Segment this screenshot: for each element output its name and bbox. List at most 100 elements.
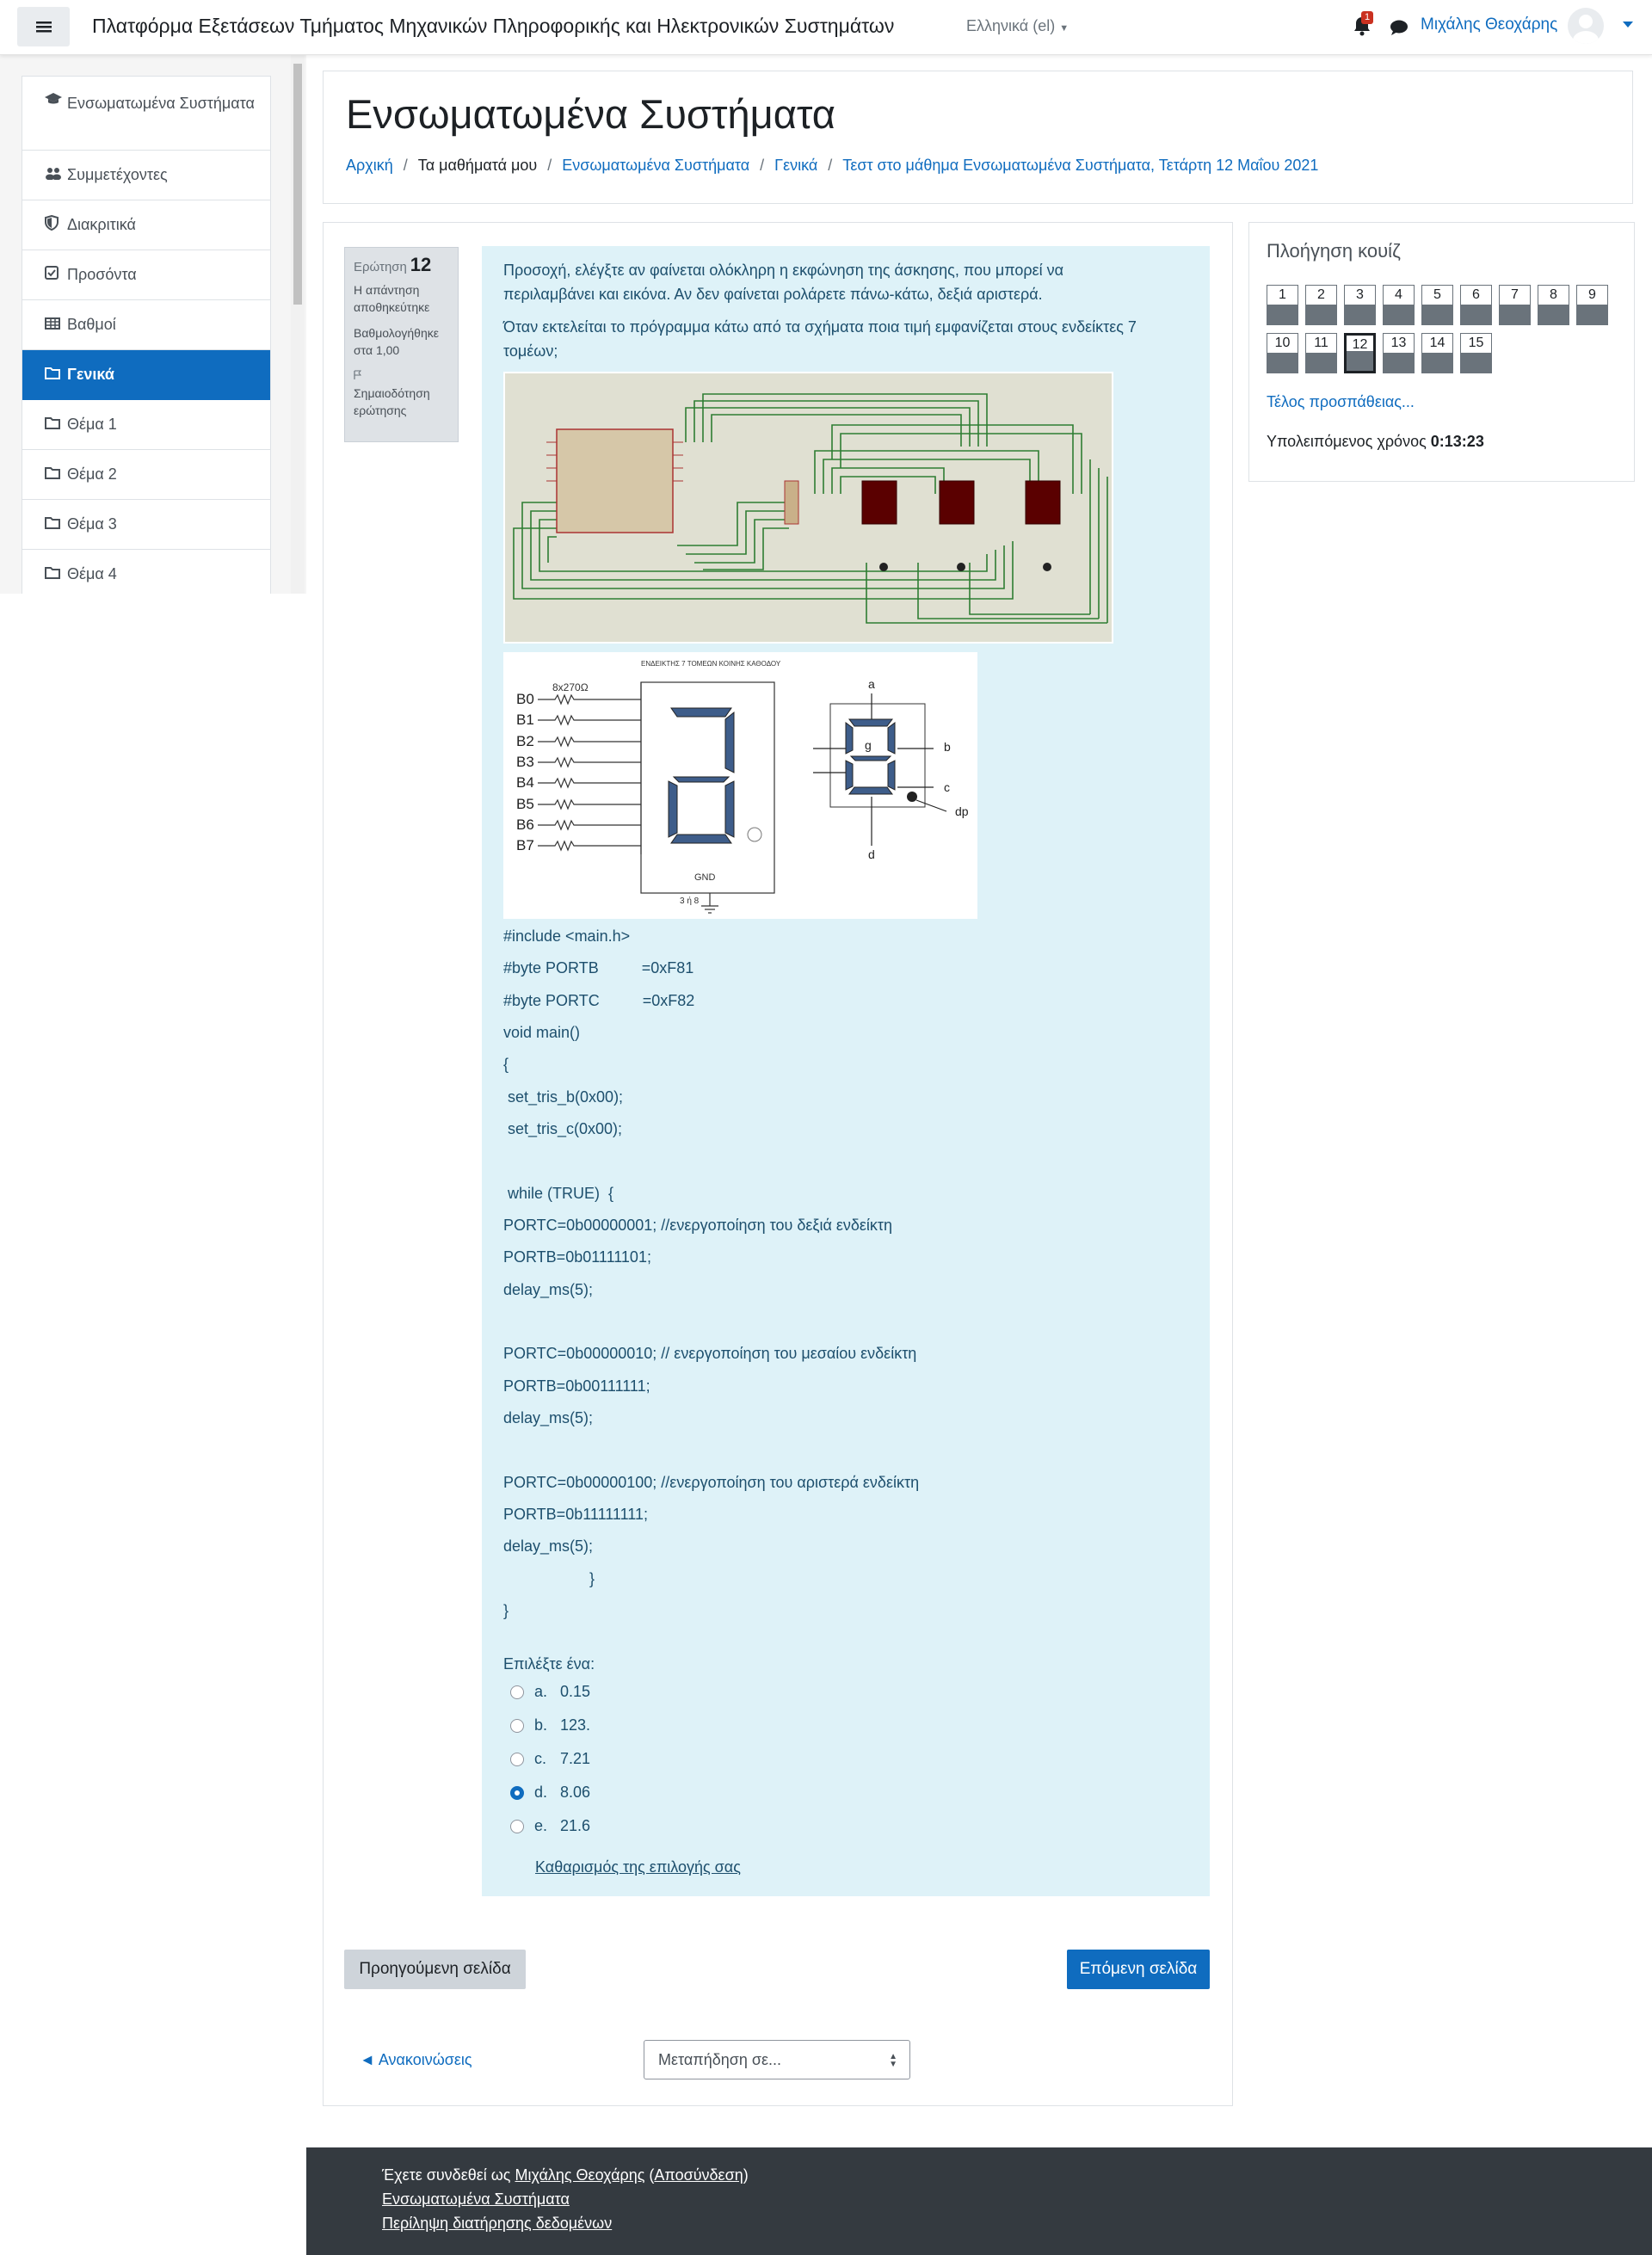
site-title[interactable]: Πλατφόρμα Εξετάσεων Τμήματος Μηχανικών Π…	[92, 15, 894, 38]
previous-page-button[interactable]: Προηγούμενη σελίδα	[344, 1950, 526, 1989]
shield-icon	[45, 214, 67, 235]
clear-choice-link[interactable]: Καθαρισμός της επιλογής σας	[535, 1858, 741, 1876]
next-page-button[interactable]: Επόμενη σελίδα	[1067, 1950, 1210, 1989]
message-icon[interactable]	[1390, 19, 1409, 36]
hamburger-icon	[35, 22, 52, 33]
seven-segment-diagram: ΕΝΔΕΙΚΤΗΣ 7 ΤΟΜΕΩΝ ΚΟΙΝΗΣ ΚΑΘΟΔΟΥ 8x270Ω…	[516, 660, 969, 914]
page-footer: Έχετε συνδεθεί ως Μιχάλης Θεοχάρης (Αποσ…	[306, 2147, 1652, 2255]
quiz-nav-question-9[interactable]: 9	[1576, 285, 1608, 325]
folder-icon	[45, 565, 67, 583]
quiz-nav-question-10[interactable]: 10	[1267, 333, 1298, 373]
language-menu[interactable]: Ελληνικά (el) ▼	[966, 17, 1069, 35]
svg-text:B6: B6	[516, 816, 534, 833]
question-warning: Προσοχή, ελέγξτε αν φαίνεται ολόκληρη η …	[503, 262, 1064, 303]
answer-option-c[interactable]: c. 7.21	[510, 1750, 590, 1768]
code-line: PORTB=0b00111111;	[503, 1377, 650, 1395]
quiz-nav-question-4[interactable]: 4	[1383, 285, 1415, 325]
quiz-nav-question-11[interactable]: 11	[1305, 333, 1337, 373]
finish-attempt-link[interactable]: Τέλος προσπάθειας...	[1267, 393, 1415, 411]
time-left-label: Υπολειπόμενος χρόνος	[1267, 433, 1427, 450]
breadcrumb-section[interactable]: Γενικά	[774, 157, 817, 174]
drawer-item-general[interactable]: Γενικά	[22, 350, 270, 400]
quiz-nav-question-13[interactable]: 13	[1383, 333, 1415, 373]
question-label: Ερώτηση	[354, 260, 407, 274]
question-state: Η απάντηση αποθηκεύτηκε	[354, 283, 430, 314]
svg-text:b: b	[944, 740, 951, 754]
question-number: 9	[1588, 287, 1596, 302]
radio-button[interactable]	[510, 1752, 524, 1766]
quiz-nav-question-1[interactable]: 1	[1267, 285, 1298, 325]
quiz-nav-question-2[interactable]: 2	[1305, 285, 1337, 325]
radio-button[interactable]	[510, 1819, 524, 1833]
quiz-nav-question-5[interactable]: 5	[1421, 285, 1453, 325]
data-retention-link[interactable]: Περίληψη διατήρησης δεδομένων	[382, 2215, 612, 2232]
answer-option-e[interactable]: e. 21.6	[510, 1817, 590, 1835]
question-number: 11	[1314, 336, 1328, 350]
caret-down-icon: ▼	[1059, 23, 1069, 34]
drawer-item-badges[interactable]: Διακριτικά	[22, 200, 270, 250]
previous-activity-link[interactable]: ◄ Ανακοινώσεις	[360, 2051, 472, 2069]
quiz-nav-question-3[interactable]: 3	[1344, 285, 1376, 325]
drawer-scrollbar[interactable]	[291, 55, 305, 594]
radio-button[interactable]	[510, 1685, 524, 1699]
breadcrumb-quiz[interactable]: Τεστ στο μάθημα Ενσωματωμένα Συστήματα, …	[842, 157, 1318, 174]
drawer-item-participants[interactable]: Συμμετέχοντες	[22, 151, 270, 200]
radio-button-selected[interactable]	[510, 1785, 524, 1800]
question-number: 4	[1395, 287, 1402, 302]
quiz-nav-question-8[interactable]: 8	[1538, 285, 1569, 325]
drawer-item-competencies[interactable]: Προσόντα	[22, 250, 270, 300]
quiz-nav-question-6[interactable]: 6	[1460, 285, 1492, 325]
code-line: {	[503, 1056, 509, 1073]
svg-text:dp: dp	[955, 804, 969, 818]
drawer-toggle-button[interactable]	[17, 7, 70, 46]
svg-text:B7: B7	[516, 837, 534, 853]
code-line: void main()	[503, 1024, 581, 1041]
logout-link[interactable]: Αποσύνδεση	[654, 2166, 743, 2184]
code-line: delay_ms(5);	[503, 1537, 594, 1555]
diagram-resistor-label: 8x270Ω	[552, 681, 589, 693]
code-line: set_tris_c(0x00);	[503, 1120, 623, 1137]
drawer-item-topic-4[interactable]: Θέμα 4	[22, 550, 270, 594]
flag-question-label: Σημαιοδότηση ερώτησης	[354, 386, 430, 417]
diagram-gnd-label: GND	[694, 872, 716, 883]
footer-user-link[interactable]: Μιχάλης Θεοχάρης	[515, 2166, 645, 2184]
user-name-link[interactable]: Μιχάλης Θεοχάρης	[1421, 15, 1557, 34]
drawer-item-topic-1[interactable]: Θέμα 1	[22, 400, 270, 450]
select-arrows-icon: ▲ ▼	[889, 2052, 897, 2069]
code-line: set_tris_b(0x00);	[503, 1088, 624, 1106]
answer-option-d[interactable]: d. 8.06	[510, 1784, 590, 1802]
code-line: PORTC=0b00000100; //ενεργοποίηση του αρι…	[503, 1474, 920, 1491]
quiz-nav-question-15[interactable]: 15	[1460, 333, 1492, 373]
user-silhouette-icon	[1573, 15, 1599, 44]
drawer-item-label: Θέμα 2	[67, 465, 117, 483]
drawer-item-label: Θέμα 4	[67, 565, 117, 582]
breadcrumb-course[interactable]: Ενσωματωμένα Συστήματα	[562, 157, 749, 174]
flag-question-toggle[interactable]: Σημαιοδότηση ερώτησης	[354, 367, 449, 419]
drawer-item-course[interactable]: Ενσωματωμένα Συστήματα	[22, 77, 270, 151]
question-number: 2	[1317, 287, 1325, 302]
course-drawer: Ενσωματωμένα Συστήματα Συμμετέχοντες Δια…	[0, 55, 306, 594]
user-menu-caret-icon[interactable]	[1623, 22, 1633, 28]
avatar[interactable]	[1568, 8, 1604, 44]
breadcrumb-home[interactable]: Αρχική	[346, 157, 393, 174]
answer-option-a[interactable]: a. 0.15	[510, 1683, 590, 1701]
drawer-item-topic-3[interactable]: Θέμα 3	[22, 500, 270, 550]
folder-icon	[45, 515, 67, 533]
quiz-nav-question-14[interactable]: 14	[1421, 333, 1453, 373]
quiz-nav-question-7[interactable]: 7	[1499, 285, 1531, 325]
page-header: Ενσωματωμένα Συστήματα Αρχική / Τα μαθήματ…	[323, 71, 1633, 204]
option-value: 123.	[560, 1716, 591, 1734]
flag-icon	[354, 370, 362, 379]
footer-course-link[interactable]: Ενσωματωμένα Συστήματα	[382, 2190, 570, 2208]
svg-text:B0: B0	[516, 691, 534, 707]
quiz-nav-question-12-current[interactable]: 12	[1344, 333, 1376, 373]
drawer-item-topic-2[interactable]: Θέμα 2	[22, 450, 270, 500]
drawer-item-grades[interactable]: Βαθμοί	[22, 300, 270, 350]
jump-to-select[interactable]: Μεταπήδηση σε... ▲ ▼	[644, 2040, 910, 2079]
folder-icon	[45, 465, 67, 484]
answer-option-b[interactable]: b. 123.	[510, 1716, 590, 1734]
footer-course-line: Ενσωματωμένα Συστήματα	[382, 2190, 570, 2209]
radio-button[interactable]	[510, 1718, 524, 1733]
footer-data-retention-line: Περίληψη διατήρησης δεδομένων	[382, 2215, 612, 2233]
scrollbar-thumb[interactable]	[293, 64, 302, 305]
